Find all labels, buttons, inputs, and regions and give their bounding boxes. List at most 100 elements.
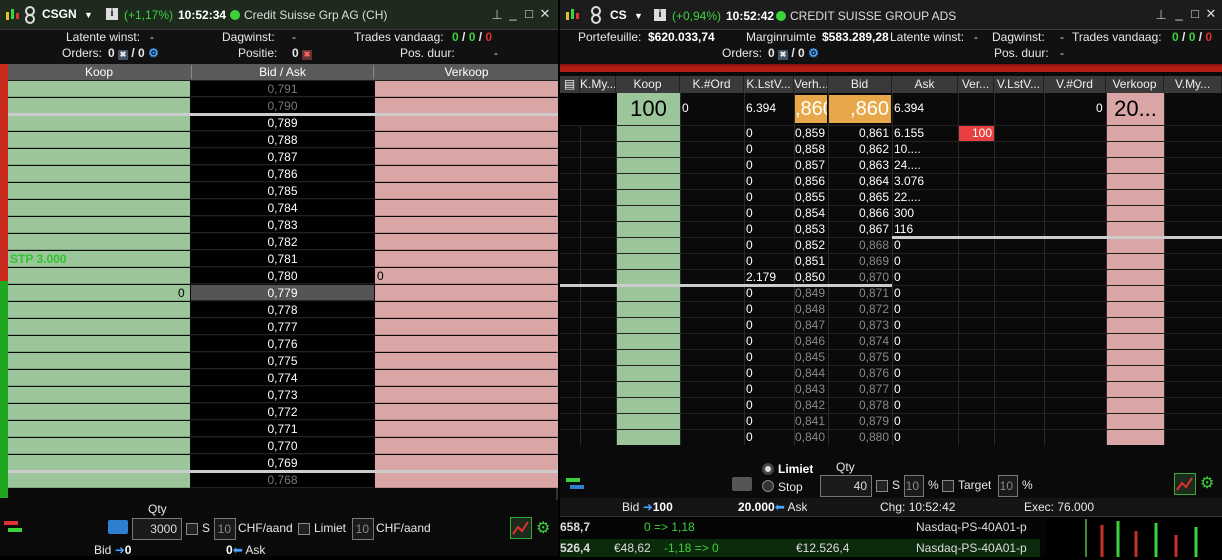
verkoop-cell[interactable] xyxy=(375,387,558,403)
ask-price[interactable]: 0,874 xyxy=(829,334,891,348)
minimize-icon[interactable]: _ xyxy=(506,5,520,23)
verkoop-cell[interactable] xyxy=(375,370,558,386)
verkoop-cell[interactable] xyxy=(375,268,558,284)
koop-cell[interactable] xyxy=(8,353,190,369)
chart-candle-icon[interactable] xyxy=(564,7,580,23)
orders-cancel-icon[interactable]: ✖ xyxy=(778,50,789,60)
verkoop-cell[interactable] xyxy=(375,336,558,352)
settings-icon[interactable]: ⚙ xyxy=(1200,473,1218,493)
verkoop-cell[interactable] xyxy=(375,183,558,199)
minimize-icon[interactable]: _ xyxy=(1172,5,1186,23)
order-entry-icon[interactable] xyxy=(2,516,24,538)
col-header[interactable]: Bid xyxy=(828,76,892,93)
bid-price[interactable]: 0,856 xyxy=(795,174,825,188)
ask-price[interactable]: 0,878 xyxy=(829,398,891,412)
ask-price[interactable]: 0,871 xyxy=(829,286,891,300)
verkoop-cell[interactable] xyxy=(375,404,558,420)
keyboard-icon[interactable] xyxy=(732,477,752,491)
bid-price[interactable]: 0,848 xyxy=(795,302,825,316)
gear-icon[interactable]: ⚙ xyxy=(148,46,159,60)
chart-icon[interactable] xyxy=(510,517,532,539)
verkoop-cell[interactable] xyxy=(375,217,558,233)
target-checkbox[interactable] xyxy=(942,480,954,492)
maximize-icon[interactable]: □ xyxy=(522,5,536,23)
info-icon[interactable]: i xyxy=(106,8,118,20)
ask-price[interactable]: 0,861 xyxy=(829,126,891,140)
ask-price[interactable]: 0,862 xyxy=(829,142,891,156)
ask-price[interactable]: 0,879 xyxy=(829,414,891,428)
bid-price[interactable]: 0,854 xyxy=(795,206,825,220)
close-icon[interactable]: ✕ xyxy=(538,5,552,23)
verkoop-cell[interactable] xyxy=(375,81,558,97)
orders-values[interactable]: 0 ✖ / 0 ⚙ xyxy=(108,46,159,60)
koop-cell[interactable] xyxy=(8,217,190,233)
bid-price[interactable]: 0,852 xyxy=(795,238,825,252)
stop-order-label[interactable]: STP 3.000 xyxy=(10,252,66,266)
maximize-icon[interactable]: □ xyxy=(1188,5,1202,23)
koop-cell[interactable] xyxy=(8,285,190,301)
info-icon[interactable]: i xyxy=(654,9,666,21)
ask-price[interactable]: 0,870 xyxy=(829,270,891,284)
verkoop-cell[interactable] xyxy=(375,251,558,267)
symbol-selector[interactable]: CSGN ▼ xyxy=(42,7,98,21)
verkoop-cell[interactable] xyxy=(375,319,558,335)
koop-cell[interactable] xyxy=(8,404,190,420)
col-header[interactable]: V.#Ord xyxy=(1044,76,1106,93)
koop-cell[interactable] xyxy=(8,387,190,403)
ask-price[interactable]: 0,863 xyxy=(829,158,891,172)
bid-price[interactable]: 0,859 xyxy=(795,126,825,140)
s-input[interactable]: 10 xyxy=(904,475,924,497)
ask-price[interactable]: 0,875 xyxy=(829,350,891,364)
verkoop-cell[interactable] xyxy=(375,302,558,318)
best-ask-price[interactable]: ,860 xyxy=(829,95,891,123)
verkoop-cell[interactable] xyxy=(375,455,558,471)
koop-cell[interactable] xyxy=(8,336,190,352)
koop-cell[interactable] xyxy=(8,183,190,199)
ask-price[interactable]: 0,868 xyxy=(829,238,891,252)
col-header-bidask[interactable]: Bid / Ask xyxy=(191,65,374,79)
gear-icon[interactable]: ⚙ xyxy=(808,46,819,60)
pin-icon[interactable]: ⊥ xyxy=(1154,6,1168,24)
bid-price[interactable]: 0,846 xyxy=(795,334,825,348)
koop-cell[interactable] xyxy=(8,370,190,386)
koop-cell[interactable] xyxy=(8,472,190,488)
ask-price[interactable]: 0,873 xyxy=(829,318,891,332)
chart-candle-icon[interactable] xyxy=(4,7,20,23)
ask-price[interactable]: 0,866 xyxy=(829,206,891,220)
koop-cell[interactable] xyxy=(8,302,190,318)
limiet-checkbox[interactable] xyxy=(298,523,310,535)
koop-cell[interactable] xyxy=(8,200,190,216)
koop-cell[interactable] xyxy=(8,438,190,454)
s-checkbox[interactable] xyxy=(186,523,198,535)
koop-cell[interactable] xyxy=(8,98,190,114)
col-header[interactable]: Ver... xyxy=(958,76,994,93)
pin-icon[interactable]: ⊥ xyxy=(490,6,504,24)
verkoop-cell[interactable] xyxy=(375,472,558,488)
verkoop-cell[interactable] xyxy=(375,166,558,182)
koop-cell[interactable] xyxy=(8,455,190,471)
bid-price[interactable]: 0,840 xyxy=(795,430,825,444)
bid-price[interactable]: 0,855 xyxy=(795,190,825,204)
link-chain-icon[interactable] xyxy=(590,6,602,24)
limiet-radio[interactable] xyxy=(762,463,774,475)
koop-cell[interactable] xyxy=(8,81,190,97)
col-header[interactable]: Verkoop xyxy=(1106,76,1164,93)
s-checkbox[interactable] xyxy=(876,480,888,492)
ask-price[interactable]: 0,869 xyxy=(829,254,891,268)
limiet-input[interactable]: 10 xyxy=(352,518,374,540)
qty-input[interactable]: 40 xyxy=(820,475,872,497)
ask-price[interactable]: 0,864 xyxy=(829,174,891,188)
verkoop-cell[interactable] xyxy=(375,438,558,454)
target-input[interactable]: 10 xyxy=(998,475,1018,497)
verkoop-cell[interactable] xyxy=(375,115,558,131)
col-header[interactable]: Verh... xyxy=(794,76,828,93)
ask-price[interactable]: 0,867 xyxy=(829,222,891,236)
table-row[interactable]: 658,7 0 => 1,18 Nasdaq-PS-40A01-p xyxy=(560,520,1040,538)
ask-price[interactable]: 0,877 xyxy=(829,382,891,396)
symbol-selector[interactable]: CS ▼ xyxy=(610,8,650,22)
koop-cell[interactable] xyxy=(8,115,190,131)
col-header[interactable]: K.My... xyxy=(580,76,616,93)
orders-values[interactable]: 0 ✖ / 0 ⚙ xyxy=(768,46,819,60)
bid-price[interactable]: 0,853 xyxy=(795,222,825,236)
col-header[interactable]: V.LstV... xyxy=(994,76,1044,93)
